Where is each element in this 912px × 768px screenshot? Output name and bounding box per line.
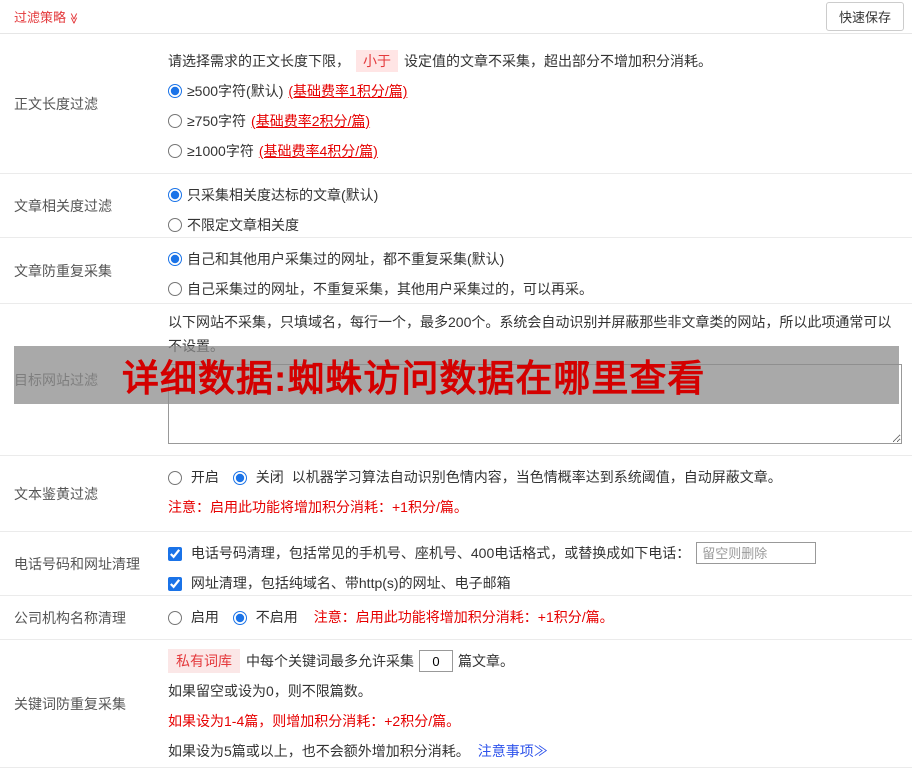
option-label: 启用 <box>190 609 219 625</box>
option-label: 自己采集过的网址，不重复采集，其他用户采集过的，可以再采。 <box>187 281 593 297</box>
company-off-option[interactable]: 不启用 <box>232 607 298 627</box>
fee-note: (基础费率2积分/篇) <box>251 113 371 129</box>
dedup-self-only-radio[interactable] <box>168 282 182 296</box>
length-filter-desc: 请选择需求的正文长度下限， 小于 设定值的文章不采集，超出部分不增加积分消耗。 <box>168 46 902 76</box>
keyword-dedup-label: 关键词防重复采集 <box>14 695 126 712</box>
blocked-sites-textarea[interactable] <box>168 364 902 444</box>
chevron-down-icon: ≫ <box>67 12 80 25</box>
porn-off-option[interactable]: 关闭 <box>232 467 284 487</box>
row-company-clean: 公司机构名称清理 启用 不启用 注意：启用此功能将增加积分消耗：+1积分/篇。 <box>0 596 912 640</box>
keyword-dedup-line4: 如果设为5篇或以上，也不会额外增加积分消耗。 <box>168 743 470 759</box>
option-label: 开启 <box>190 469 219 485</box>
page-title: 过滤策略 <box>14 10 67 25</box>
porn-on-option[interactable]: 开启 <box>168 467 219 487</box>
phone-clean-option[interactable]: 电话号码清理，包括常见的手机号、座机号、400电话格式，或替换成如下电话： <box>168 543 690 563</box>
option-label: ≥1000字符 <box>187 143 254 159</box>
replace-phone-input[interactable] <box>696 542 817 564</box>
length-750-radio[interactable] <box>168 114 182 128</box>
row-dedup-filter: 文章防重复采集 自己和其他用户采集过的网址，都不重复采集(默认) 自己采集过的网… <box>0 238 912 304</box>
phone-url-clean-label: 电话号码和网址清理 <box>14 555 140 572</box>
porn-filter-label: 文本鉴黄过滤 <box>14 485 98 502</box>
desc-text: 请选择需求的正文长度下限， <box>168 53 350 69</box>
filter-strategy-toggle[interactable]: 过滤策略≫ <box>14 7 80 26</box>
length-500-radio[interactable] <box>168 84 182 98</box>
dedup-option-self-only[interactable]: 自己采集过的网址，不重复采集，其他用户采集过的，可以再采。 <box>168 274 902 303</box>
relevance-option-strict[interactable]: 只采集相关度达标的文章(默认) <box>168 180 902 210</box>
option-label: 只采集相关度达标的文章(默认) <box>187 187 379 203</box>
relevance-option-any[interactable]: 不限定文章相关度 <box>168 210 902 237</box>
option-label: 网址清理，包括纯域名、带http(s)的网址、电子邮箱 <box>190 575 511 591</box>
option-label: ≥500字符(默认) <box>187 83 284 99</box>
length-option-1000[interactable]: ≥1000字符 (基础费率4积分/篇) <box>168 136 902 166</box>
notes-link[interactable]: 注意事项≫ <box>478 741 548 761</box>
option-label: 不限定文章相关度 <box>187 217 299 233</box>
keyword-dedup-line2: 如果留空或设为0，则不限篇数。 <box>168 683 372 699</box>
quick-save-button[interactable]: 快速保存 <box>825 2 904 31</box>
relevance-strict-radio[interactable] <box>168 188 182 202</box>
row-relevance-filter: 文章相关度过滤 只采集相关度达标的文章(默认) 不限定文章相关度 <box>0 174 912 238</box>
relevance-filter-label: 文章相关度过滤 <box>14 197 112 214</box>
option-label: 自己和其他用户采集过的网址，都不重复采集(默认) <box>187 251 505 267</box>
company-clean-label: 公司机构名称清理 <box>14 609 126 626</box>
site-filter-label: 目标网站过滤 <box>14 371 98 388</box>
length-option-500[interactable]: ≥500字符(默认) (基础费率1积分/篇) <box>168 76 902 106</box>
less-than-highlight: 小于 <box>356 50 398 72</box>
url-clean-checkbox[interactable] <box>168 577 182 592</box>
porn-on-radio[interactable] <box>168 471 182 486</box>
company-off-radio[interactable] <box>232 611 247 626</box>
line-text: 篇文章。 <box>458 653 514 669</box>
row-keyword-dedup: 关键词防重复采集 私有词库 中每个关键词最多允许采集 篇文章。 如果留空或设为0… <box>0 640 912 768</box>
option-label: 关闭 <box>255 469 284 485</box>
company-clean-note: 注意：启用此功能将增加积分消耗：+1积分/篇。 <box>313 609 614 625</box>
porn-filter-desc: 以机器学习算法自动识别色情内容，当色情概率达到系统阈值，自动屏蔽文章。 <box>291 469 782 485</box>
option-label: 不启用 <box>255 609 298 625</box>
porn-off-radio[interactable] <box>232 471 247 486</box>
relevance-any-radio[interactable] <box>168 218 182 232</box>
company-on-radio[interactable] <box>168 611 182 626</box>
length-option-750[interactable]: ≥750字符 (基础费率2积分/篇) <box>168 106 902 136</box>
dedup-all-users-radio[interactable] <box>168 252 182 266</box>
company-on-option[interactable]: 启用 <box>168 607 219 627</box>
private-thesaurus-link[interactable]: 私有词库 <box>168 649 240 673</box>
fee-note: (基础费率4积分/篇) <box>258 143 378 159</box>
fee-note: (基础费率1积分/篇) <box>288 83 408 99</box>
phone-clean-checkbox[interactable] <box>168 547 182 562</box>
row-site-filter: 目标网站过滤 以下网站不采集，只填域名，每行一个，最多200个。系统会自动识别并… <box>0 304 912 456</box>
site-filter-desc: 以下网站不采集，只填域名，每行一个，最多200个。系统会自动识别并屏蔽那些非文章… <box>168 314 892 354</box>
porn-filter-note: 注意：启用此功能将增加积分消耗：+1积分/篇。 <box>168 499 468 515</box>
line-text: 中每个关键词最多允许采集 <box>246 653 414 669</box>
option-label: 电话号码清理，包括常见的手机号、座机号、400电话格式，或替换成如下电话： <box>190 545 691 561</box>
keyword-dedup-note: 如果设为1-4篇，则增加积分消耗：+2积分/篇。 <box>168 713 461 729</box>
dedup-filter-label: 文章防重复采集 <box>14 262 112 279</box>
option-label: ≥750字符 <box>187 113 247 129</box>
row-porn-filter: 文本鉴黄过滤 开启 关闭 以机器学习算法自动识别色情内容，当色情概率达到系统阈值… <box>0 456 912 532</box>
length-filter-label: 正文长度过滤 <box>14 95 98 112</box>
row-length-filter: 正文长度过滤 请选择需求的正文长度下限， 小于 设定值的文章不采集，超出部分不增… <box>0 34 912 174</box>
dedup-option-all-users[interactable]: 自己和其他用户采集过的网址，都不重复采集(默认) <box>168 244 902 274</box>
max-articles-input[interactable] <box>419 650 453 672</box>
url-clean-option[interactable]: 网址清理，包括纯域名、带http(s)的网址、电子邮箱 <box>168 573 511 593</box>
desc-text: 设定值的文章不采集，超出部分不增加积分消耗。 <box>404 53 712 69</box>
length-1000-radio[interactable] <box>168 144 182 158</box>
row-phone-url-clean: 电话号码和网址清理 电话号码清理，包括常见的手机号、座机号、400电话格式，或替… <box>0 532 912 596</box>
header: 过滤策略≫ 快速保存 <box>0 0 912 34</box>
